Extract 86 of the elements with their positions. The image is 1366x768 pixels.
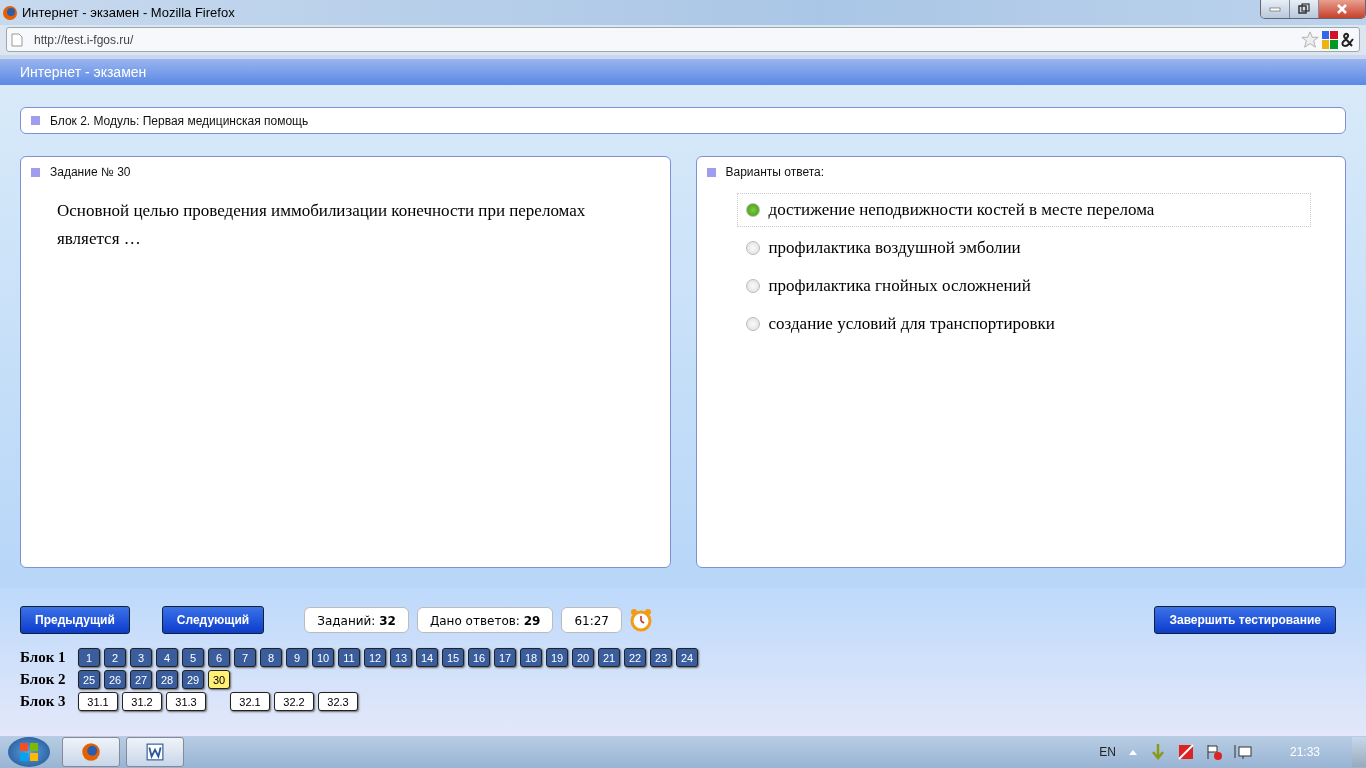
- question-number-button[interactable]: 13: [390, 648, 412, 667]
- square-icon: [706, 167, 716, 177]
- question-number-button[interactable]: 31.2: [122, 692, 162, 711]
- question-text: Основной целью проведения иммобилизации конечности при переломах является …: [57, 200, 587, 250]
- star-icon[interactable]: [1301, 30, 1319, 49]
- block-label: Блок 2: [20, 671, 67, 688]
- question-number-button[interactable]: 16: [468, 648, 490, 667]
- minimize-icon: [1268, 5, 1282, 13]
- windows-logo-icon: [19, 742, 39, 762]
- restore-button[interactable]: [1290, 0, 1319, 18]
- close-button[interactable]: [1319, 0, 1365, 18]
- close-icon: [1335, 3, 1349, 15]
- question-number-button[interactable]: 24: [676, 648, 698, 667]
- question-number-button[interactable]: 9: [286, 648, 308, 667]
- question-number-button[interactable]: 29: [182, 670, 204, 689]
- next-button[interactable]: Следующий: [161, 606, 265, 634]
- square-icon: [31, 167, 40, 177]
- window-title: Интернет - экзамен - Mozilla Firefox: [22, 5, 235, 20]
- word-document-icon: [146, 743, 164, 761]
- timer: 61:27: [561, 607, 622, 633]
- question-number-button[interactable]: 26: [104, 670, 126, 689]
- network-icon[interactable]: [1233, 744, 1252, 760]
- question-number-button[interactable]: 18: [520, 648, 542, 667]
- question-number-button[interactable]: 12: [364, 648, 386, 667]
- question-number-button[interactable]: 10: [312, 648, 334, 667]
- question-number-button[interactable]: 31.1: [78, 692, 118, 711]
- question-number-button[interactable]: 28: [156, 670, 178, 689]
- question-number-button[interactable]: 23: [650, 648, 672, 667]
- finish-test-button[interactable]: Завершить тестирование: [1154, 606, 1336, 634]
- start-button[interactable]: [8, 737, 50, 767]
- square-icon: [31, 116, 40, 125]
- question-number-button[interactable]: 19: [546, 648, 568, 667]
- question-number-button[interactable]: 5: [182, 648, 204, 667]
- question-number-button[interactable]: 21: [598, 648, 620, 667]
- answer-option[interactable]: создание условий для транспортировки: [736, 307, 1311, 341]
- restore-icon: [1298, 3, 1310, 15]
- block-label: Блок 2. Модуль: Первая медицинская помощь: [50, 113, 309, 128]
- language-indicator[interactable]: EN: [1099, 745, 1116, 759]
- answer-option[interactable]: достижение неподвижности костей в месте перелома: [736, 193, 1311, 227]
- question-number-button[interactable]: 1: [78, 648, 100, 667]
- url-text: http://test.i-fgos.ru/: [34, 32, 134, 47]
- radio-button[interactable]: [745, 203, 760, 217]
- question-number-button[interactable]: 17: [494, 648, 516, 667]
- answers-label: Варианты ответа:: [725, 165, 825, 179]
- tray-download-icon[interactable]: [1149, 743, 1166, 761]
- radio-button[interactable]: [745, 279, 760, 293]
- question-number-button[interactable]: 20: [572, 648, 594, 667]
- question-number-button[interactable]: 3: [130, 648, 152, 667]
- answer-option[interactable]: профилактика гнойных осложнений: [736, 269, 1311, 303]
- app-title: Интернет - экзамен: [20, 64, 147, 80]
- question-number-button[interactable]: 32.2: [274, 692, 314, 711]
- browser-logo-icon: [2, 4, 18, 21]
- colored-squares-icon[interactable]: [1322, 30, 1338, 49]
- block-label: Блок 3: [20, 693, 67, 710]
- question-number-button[interactable]: 7: [234, 648, 256, 667]
- radio-button[interactable]: [745, 317, 760, 331]
- stat-counter: Заданий: 32: [304, 607, 409, 633]
- page-icon: [11, 32, 23, 47]
- browser-logo-icon: [81, 742, 101, 762]
- question-number-button[interactable]: 14: [416, 648, 438, 667]
- radio-button[interactable]: [745, 241, 760, 255]
- question-number-button[interactable]: 25: [78, 670, 100, 689]
- question-number-button[interactable]: 31.3: [166, 692, 206, 711]
- question-number-button[interactable]: 2: [104, 648, 126, 667]
- up-arrow-icon[interactable]: [1127, 748, 1138, 756]
- question-number-button[interactable]: 27: [130, 670, 152, 689]
- previous-button[interactable]: Предыдущий: [20, 606, 130, 634]
- question-number-button[interactable]: 11: [338, 648, 360, 667]
- ampersand-icon[interactable]: [1341, 31, 1355, 48]
- question-number-button[interactable]: 32.1: [230, 692, 270, 711]
- answer-option[interactable]: профилактика воздушной эмболии: [736, 231, 1311, 265]
- stat-counter: Дано ответов: 29: [416, 607, 554, 633]
- browser-taskbar-button[interactable]: [62, 737, 120, 767]
- question-number-button[interactable]: 22: [624, 648, 646, 667]
- question-number-button[interactable]: 4: [156, 648, 178, 667]
- question-number-button[interactable]: 30: [208, 670, 230, 689]
- alarm-clock-icon: [629, 608, 652, 632]
- question-number-button[interactable]: 32.3: [318, 692, 358, 711]
- question-number-button[interactable]: 8: [260, 648, 282, 667]
- block-label: Блок 1: [20, 649, 67, 666]
- question-number-button[interactable]: 15: [442, 648, 464, 667]
- flag-error-icon[interactable]: [1205, 744, 1222, 760]
- word-taskbar-button[interactable]: [126, 737, 184, 767]
- task-label: Задание № 30: [50, 165, 131, 179]
- question-number-button[interactable]: 6: [208, 648, 230, 667]
- address-bar[interactable]: http://test.i-fgos.ru/: [6, 27, 1360, 52]
